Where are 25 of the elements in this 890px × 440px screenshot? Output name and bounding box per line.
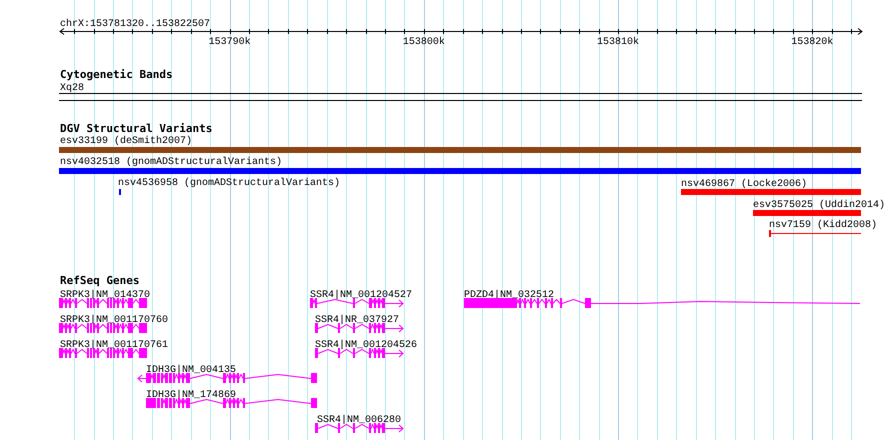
variant-label: nsv7159 (Kidd2008) (769, 220, 878, 231)
tick-label: 153790k (208, 37, 251, 48)
gene-label: PDZD4|NM_032512 (464, 290, 554, 301)
variant-label: esv33199 (deSmith2007) (60, 136, 192, 147)
gene-label: SRPK3|NM_001170761 (60, 340, 168, 351)
variant-label: nsv469867 (Locke2006) (681, 179, 808, 190)
ruler-label: chrX:153781320..153822507 (60, 19, 210, 30)
variant-label: nsv4536958 (gnomADStructuralVariants) (118, 178, 340, 189)
gene-label: SSR4|NM_001204527 (310, 290, 412, 301)
gene-label: SSR4|NM_001204526 (315, 340, 418, 351)
track-title: RefSeq Genes (60, 274, 140, 287)
track-title: DGV Structural Variants (60, 122, 212, 135)
gene-label: IDH3G|NM_004135 (146, 365, 236, 376)
track-title: Cytogenetic Bands (60, 68, 173, 81)
tick-label: 153800k (402, 37, 445, 48)
variant-label: nsv4032518 (gnomADStructuralVariants) (60, 157, 282, 168)
band-label: Xq28 (60, 83, 84, 94)
gene-label: SRPK3|NM_001170760 (60, 315, 168, 326)
tick-label: 153820k (791, 37, 834, 48)
gene-label: SRPK3|NM_014370 (60, 290, 150, 301)
variant-label: esv3575025 (Uddin2014) (753, 200, 886, 211)
tick-label: 153810k (597, 37, 640, 48)
gene-label: SSR4|NR_037927 (315, 315, 400, 326)
gene-label: SSR4|NM_006280 (317, 415, 402, 426)
gene-label: IDH3G|NM_174869 (146, 390, 236, 401)
